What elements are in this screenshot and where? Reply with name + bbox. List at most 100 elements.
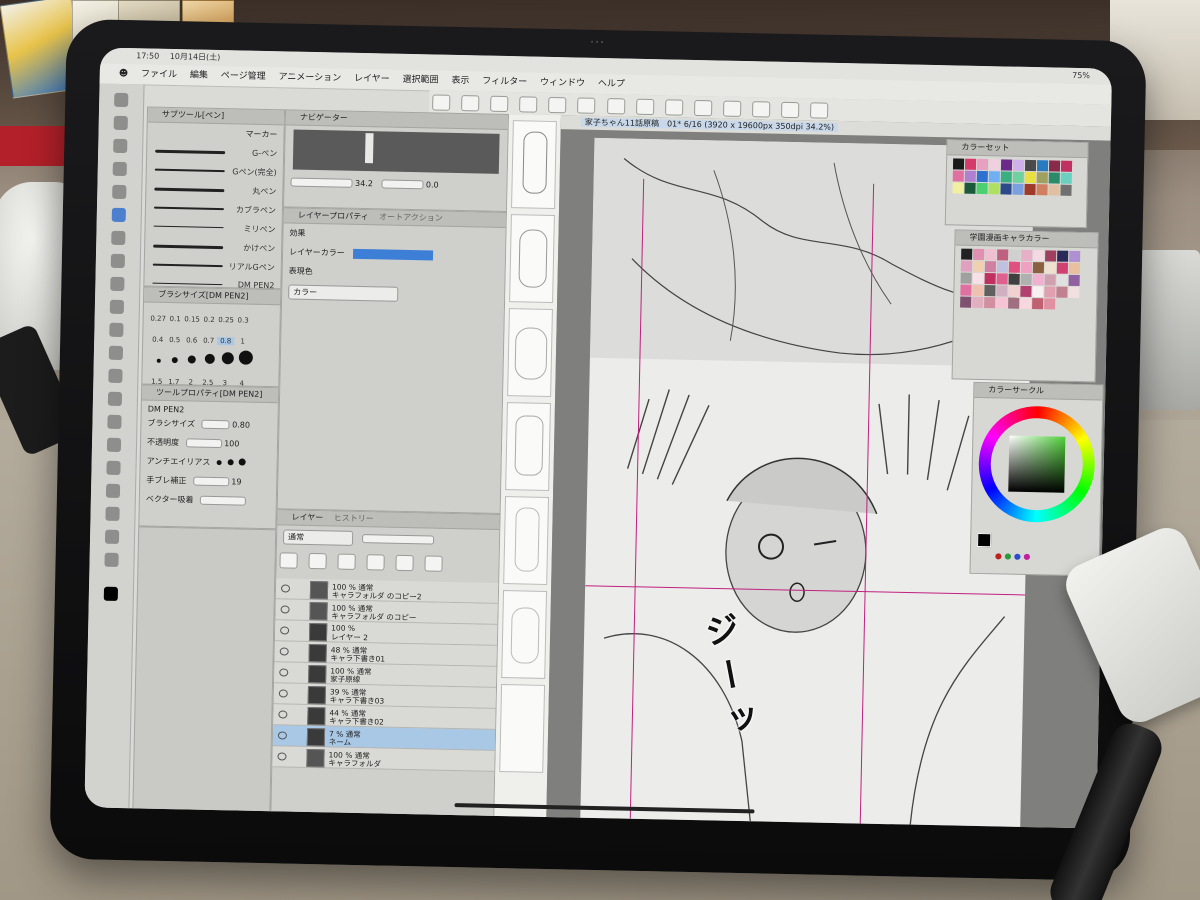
fill-tool-icon[interactable] xyxy=(108,345,124,361)
color-swatch[interactable] xyxy=(1021,249,1033,262)
figure-tool-icon[interactable] xyxy=(107,391,123,407)
color-swatch[interactable] xyxy=(972,272,984,285)
copy-icon[interactable] xyxy=(693,99,713,117)
color-swatch[interactable] xyxy=(1044,298,1056,310)
color-swatch[interactable] xyxy=(1068,274,1080,287)
color-swatch[interactable] xyxy=(972,284,984,297)
color-swatch[interactable] xyxy=(972,260,985,273)
color-swatch[interactable] xyxy=(952,182,964,194)
current-color-icon[interactable] xyxy=(977,532,992,548)
vector-snap-options[interactable] xyxy=(200,495,247,506)
zoom-tool-icon[interactable] xyxy=(114,92,129,108)
visibility-icon[interactable] xyxy=(279,647,289,656)
color-swatch[interactable] xyxy=(997,249,1009,261)
lasso-tool-icon[interactable] xyxy=(112,161,127,177)
menu-window[interactable]: ウィンドウ xyxy=(535,73,590,94)
color-swatch[interactable] xyxy=(1008,261,1021,273)
move-tool-icon[interactable] xyxy=(113,115,128,131)
gradient-tool-icon[interactable] xyxy=(108,368,123,384)
layer-color-swatch[interactable] xyxy=(353,248,434,261)
color-swatch[interactable] xyxy=(1048,160,1061,172)
new-layer-icon[interactable] xyxy=(279,552,298,569)
visibility-icon[interactable] xyxy=(278,710,288,719)
app-menu-icon[interactable]: ☻ xyxy=(114,64,134,84)
size-dot[interactable] xyxy=(171,357,178,364)
color-swatch[interactable] xyxy=(984,285,996,297)
clear-icon[interactable] xyxy=(752,101,771,118)
color-swatch[interactable] xyxy=(1020,273,1032,286)
antialias-option[interactable] xyxy=(227,459,234,466)
color-swatch[interactable] xyxy=(985,249,997,261)
menu-file[interactable]: ファイル xyxy=(136,64,182,85)
color-swatch[interactable] xyxy=(976,170,988,183)
page-thumbnail[interactable] xyxy=(509,214,555,304)
menu-animation[interactable]: アニメーション xyxy=(273,67,346,89)
balloon-tail-icon[interactable] xyxy=(104,552,119,567)
eyedropper-tool-icon[interactable] xyxy=(112,184,127,200)
color-swatch[interactable] xyxy=(1045,250,1057,262)
menu-help[interactable]: ヘルプ xyxy=(593,74,630,95)
color-swatch[interactable] xyxy=(1020,297,1032,310)
opacity-slider[interactable] xyxy=(185,438,222,449)
color-swatch[interactable] xyxy=(1008,297,1020,309)
brush-size-option[interactable]: 0.4 xyxy=(149,336,166,344)
color-swatch[interactable] xyxy=(1024,183,1036,196)
ruler-tool-icon[interactable] xyxy=(106,437,122,453)
color-swatch[interactable] xyxy=(1060,160,1073,172)
redo-icon[interactable] xyxy=(490,95,509,113)
color-swatch[interactable] xyxy=(960,260,973,272)
color-swatch[interactable] xyxy=(964,170,976,182)
select-icon[interactable] xyxy=(664,99,684,116)
brush-tool-icon[interactable] xyxy=(110,253,125,269)
visibility-icon[interactable] xyxy=(277,731,288,740)
brush-size-option[interactable]: 0.1 xyxy=(167,315,184,323)
menu-layer[interactable]: レイヤー xyxy=(349,69,395,90)
menu-view[interactable]: 表示 xyxy=(446,71,474,92)
color-swatch[interactable] xyxy=(1048,172,1060,184)
color-swatch[interactable] xyxy=(976,182,988,195)
paste-icon[interactable] xyxy=(722,100,742,117)
color-swatch[interactable] xyxy=(1068,262,1081,275)
size-dot[interactable] xyxy=(238,350,254,365)
color-swatch[interactable] xyxy=(1020,261,1033,274)
layer-tab[interactable]: レイヤー xyxy=(291,513,323,523)
color-swatch[interactable] xyxy=(1032,262,1045,274)
layer-property-title[interactable]: レイヤープロパティ xyxy=(298,211,369,221)
color-swatch[interactable] xyxy=(1000,171,1012,183)
color-swatch[interactable] xyxy=(1012,159,1025,171)
menu-filter[interactable]: フィルター xyxy=(477,71,532,92)
color-swatch[interactable] xyxy=(1056,286,1068,298)
color-swatch[interactable] xyxy=(988,183,1000,195)
brush-size-option[interactable]: 0.27 xyxy=(150,315,167,323)
color-swatch[interactable] xyxy=(1012,171,1024,183)
color-swatch[interactable] xyxy=(988,159,1001,171)
color-swatch[interactable] xyxy=(961,248,973,260)
page-thumbnail[interactable] xyxy=(499,684,546,773)
saturation-value-square[interactable] xyxy=(1008,435,1066,493)
balloon-tool-icon[interactable] xyxy=(105,483,121,498)
color-swatch[interactable] xyxy=(973,248,985,261)
zoom-slider[interactable] xyxy=(290,177,353,188)
merge-icon[interactable] xyxy=(395,554,415,572)
color-swatch[interactable] xyxy=(960,272,972,284)
color-swatch[interactable] xyxy=(996,261,1009,273)
brush-size-slider[interactable] xyxy=(201,419,230,430)
zoom-value[interactable]: 34.2 xyxy=(355,179,373,188)
frame-tool-icon[interactable] xyxy=(107,414,122,430)
brush-size-option[interactable]: 0.2 xyxy=(201,316,218,324)
brush-size-option[interactable]: 0.5 xyxy=(166,336,183,344)
canvas-area[interactable]: 家子ちゃん11話原稿 01* 6/16 (3920 x 19600px 350d… xyxy=(546,115,1111,829)
pen-icon[interactable] xyxy=(781,101,800,119)
brush-size-option[interactable]: 0.7 xyxy=(200,337,217,345)
expression-color-select[interactable]: カラー xyxy=(288,284,399,302)
mask-icon[interactable] xyxy=(337,553,356,570)
stabilizer-slider[interactable] xyxy=(192,476,229,487)
page-thumbnail[interactable] xyxy=(507,308,553,398)
color-swatch[interactable] xyxy=(1056,274,1068,286)
navigator-preview[interactable] xyxy=(292,129,500,174)
export-icon[interactable] xyxy=(606,98,625,115)
color-swatch[interactable] xyxy=(1008,273,1020,285)
brush-size-option[interactable]: 0.6 xyxy=(183,336,200,344)
save-icon[interactable] xyxy=(519,96,538,113)
color-swatch[interactable] xyxy=(1000,183,1012,195)
